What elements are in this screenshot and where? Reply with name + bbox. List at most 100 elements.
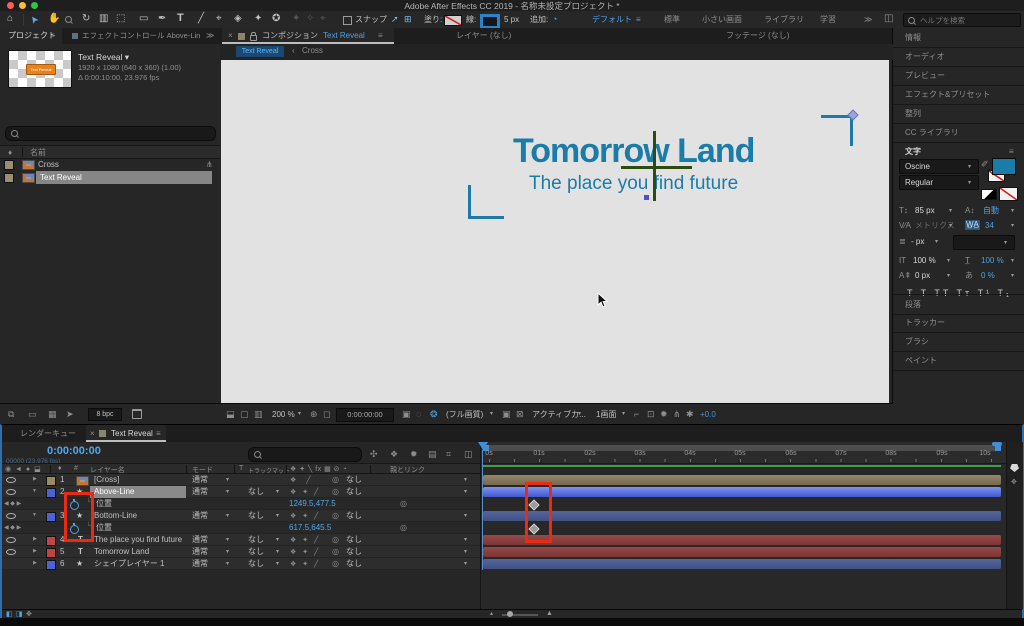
pixel-aspect-icon[interactable]: ⌐ <box>634 409 639 419</box>
rotobrush-tool-icon[interactable]: ✦ <box>254 14 262 24</box>
comp-flowchart-icon[interactable]: ⋔ <box>673 409 681 419</box>
stroke-width-value[interactable]: 5 px <box>504 15 519 25</box>
track-matte-select[interactable]: なし <box>248 535 264 545</box>
mirror-icon[interactable]: ▥ <box>254 409 263 419</box>
expand-arrow-icon[interactable]: ▶ <box>33 476 37 482</box>
layer-anchor-dot[interactable] <box>644 195 649 200</box>
current-timecode[interactable]: 0:00:00:00 <box>47 445 101 457</box>
parent-pickwhip-icon[interactable]: ◎ <box>332 559 339 569</box>
label-color-swatch[interactable] <box>46 548 56 558</box>
tracking-value[interactable]: 34 <box>985 221 994 231</box>
keyframe-nav-icons[interactable]: ◀ ◆ ▶ <box>4 524 21 531</box>
chevron-down-icon[interactable]: ▾ <box>276 488 279 496</box>
zoom-out-icon[interactable]: ▴ <box>490 610 493 617</box>
panel-header-info[interactable]: 情報 <box>893 28 1024 48</box>
layer-name[interactable]: Above-Line <box>94 487 134 497</box>
chevron-down-icon[interactable]: ▾ <box>276 512 279 520</box>
project-item-name[interactable]: Cross <box>38 160 59 170</box>
project-item-name[interactable]: Text Reveal <box>40 173 82 183</box>
interpret-footage-icon[interactable]: ⧉ <box>8 409 14 419</box>
parent-pickwhip-icon[interactable]: ◎ <box>332 535 339 545</box>
horizontal-scale-value[interactable]: 100 % <box>981 256 1004 266</box>
layer-bar-bottom-line[interactable] <box>483 511 1001 521</box>
blend-mode-select[interactable]: 通常 <box>192 547 208 557</box>
panel-header-preview[interactable]: プレビュー <box>893 66 1024 86</box>
brush-tool-icon[interactable]: ╱ <box>198 14 204 24</box>
expand-arrow-icon[interactable]: ▶ <box>33 548 37 554</box>
layer-switches[interactable]: ❖ ✦ ╱ <box>290 560 320 568</box>
tab-timeline-comp[interactable]: × Text Reveal ≡ <box>86 425 166 442</box>
layer-name[interactable]: Bottom-Line <box>94 511 137 521</box>
bit-depth-button[interactable]: 8 bpc <box>88 408 122 421</box>
view-layout-value[interactable]: 1画面 <box>596 410 616 420</box>
mask-toggle-icon[interactable]: ◻ <box>323 409 330 419</box>
resolution-value[interactable]: (フル画質) <box>446 410 483 420</box>
chevron-down-icon[interactable]: ▾ <box>1011 207 1014 215</box>
tsume-value[interactable]: 0 % <box>981 271 995 281</box>
workspace-manager-icon[interactable]: ◫ <box>884 14 893 24</box>
playhead-line[interactable] <box>482 450 483 570</box>
chevron-down-icon[interactable]: ▾ <box>464 560 467 568</box>
font-family-select[interactable]: Oscine ▾ <box>899 159 979 174</box>
horizontal-scroll-fragment[interactable] <box>992 442 1002 446</box>
chevron-down-icon[interactable]: ▾ <box>226 548 229 556</box>
add-keyframe-icon[interactable]: ◎ <box>400 523 407 533</box>
chevron-down-icon[interactable]: ▾ <box>1011 222 1014 230</box>
zoom-in-icon[interactable]: ▲ <box>546 610 553 617</box>
exposure-value[interactable]: +0.0 <box>700 410 716 420</box>
workspace-default[interactable]: デフォルト <box>592 15 632 25</box>
property-name[interactable]: 位置 <box>96 499 112 509</box>
type-tool-icon[interactable]: T <box>177 13 184 23</box>
stamp-tool-icon[interactable]: ⌖ <box>216 14 222 24</box>
home-icon[interactable]: ⌂ <box>7 14 13 24</box>
collapse-arrow-icon[interactable]: ▼ <box>32 512 37 518</box>
snap-option-icon[interactable]: ➚ <box>391 14 399 24</box>
property-name[interactable]: 位置 <box>96 523 112 533</box>
label-color-swatch[interactable] <box>4 173 14 183</box>
label-column-icon[interactable]: ♦ <box>8 148 12 158</box>
layer-row[interactable]: ▶ 5 T Tomorrow Land 通常 ▾ なし ▾ ❖ ✦ ╱ ◎ なし… <box>2 546 480 558</box>
layer-switches[interactable]: ❖ ✦ ╱ <box>290 512 320 520</box>
label-color-swatch[interactable] <box>46 512 56 522</box>
close-icon[interactable]: × <box>90 429 95 439</box>
timeline-graph-area[interactable]: 0s 01s 02s 03s 04s 05s 06s 07s 08s 09s 1… <box>480 442 1016 609</box>
baseline-shift-value[interactable]: 0 px <box>915 271 930 281</box>
composition-mini-flowchart-icon[interactable]: ✣ <box>370 449 378 459</box>
viewer-panel-menu-icon[interactable]: ≡ <box>378 31 383 41</box>
stroke-label[interactable]: 線: <box>466 15 476 25</box>
leading-value[interactable]: 自動 <box>983 206 999 216</box>
vertical-scale-value[interactable]: 100 % <box>913 256 936 266</box>
help-search-box[interactable] <box>903 13 1021 27</box>
expand-render-icon[interactable]: ◨ <box>16 610 23 618</box>
label-color-swatch[interactable] <box>46 536 56 546</box>
layer-name[interactable]: The place you find future <box>94 535 182 545</box>
layer-bar-title-text[interactable] <box>483 547 1001 557</box>
blend-mode-select[interactable]: 通常 <box>192 475 208 485</box>
layer-name[interactable]: シェイプレイヤー 1 <box>94 559 164 569</box>
preview-comp-name[interactable]: Text Reveal ▾ <box>78 52 129 62</box>
workspace-libraries[interactable]: ライブラリ <box>764 15 804 25</box>
add-icon[interactable]: ◔ <box>552 14 557 24</box>
character-panel-menu-icon[interactable]: ≡ <box>1009 147 1014 157</box>
layer-name[interactable]: Tomorrow Land <box>94 547 149 557</box>
chevron-down-icon[interactable]: ▾ <box>949 222 952 230</box>
chevron-down-icon[interactable]: ▾ <box>464 476 467 484</box>
chevron-down-icon[interactable]: ▾ <box>226 476 229 484</box>
snap-label[interactable]: スナップ <box>355 15 387 25</box>
timeline-button-icon[interactable]: ✹ <box>660 409 668 419</box>
layer-switches[interactable]: ❖ ✦ ╱ <box>290 536 320 544</box>
workspace-small-screen[interactable]: 小さい画面 <box>702 15 742 25</box>
add-label[interactable]: 追加: <box>530 15 548 25</box>
blend-mode-select[interactable]: 通常 <box>192 535 208 545</box>
expand-arrow-icon[interactable]: ▶ <box>33 560 37 566</box>
fill-label[interactable]: 塗り: <box>424 15 442 25</box>
name-column-header[interactable]: 名前 <box>30 148 46 158</box>
parent-pickwhip-icon[interactable]: ◎ <box>332 475 339 485</box>
parent-select[interactable]: なし <box>346 547 362 557</box>
chevron-down-icon[interactable]: ▾ <box>276 560 279 568</box>
workspace-menu-icon[interactable]: ≡ <box>636 15 641 25</box>
parent-pickwhip-icon[interactable]: ◎ <box>332 547 339 557</box>
layer-bar-cross[interactable] <box>483 475 1001 485</box>
help-search-input[interactable] <box>918 14 1020 26</box>
motion-blur-icon[interactable]: ⌗ <box>446 449 451 459</box>
